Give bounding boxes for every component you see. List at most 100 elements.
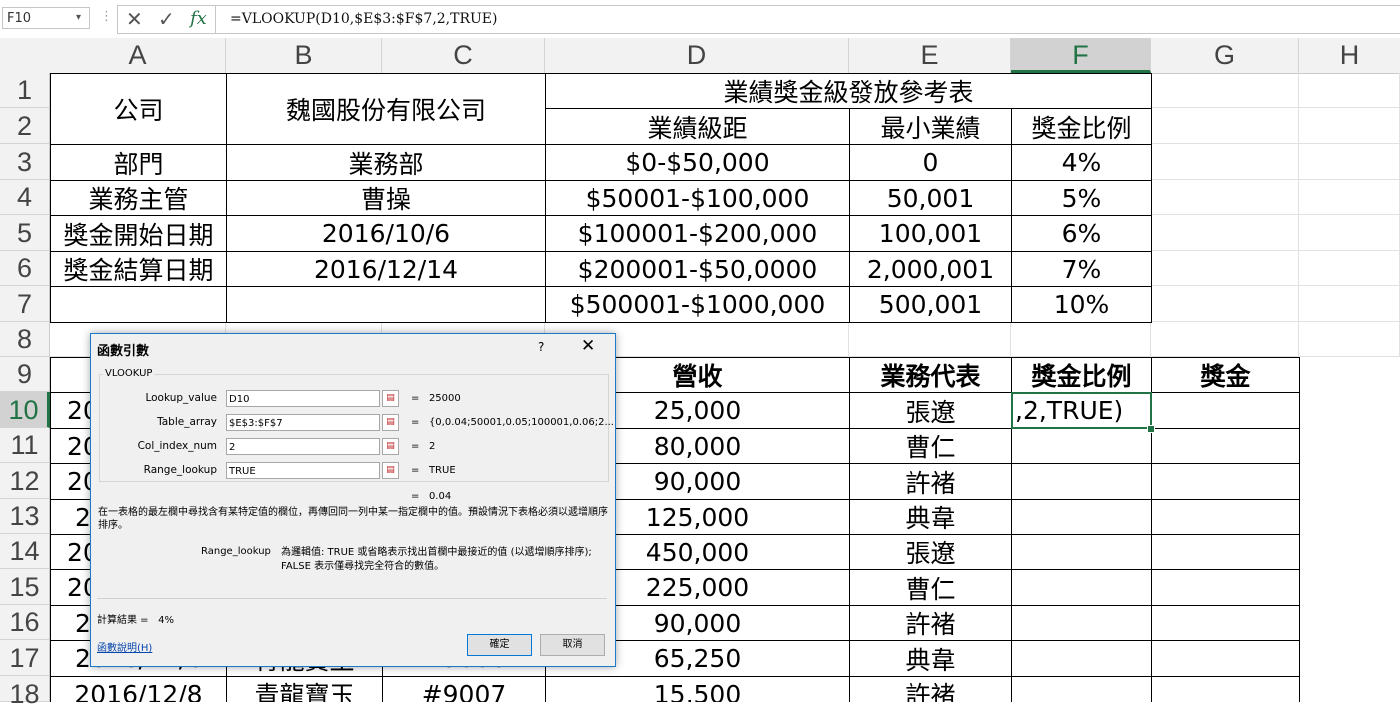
column-header-e[interactable]: E (849, 38, 1011, 73)
cell-h7[interactable] (1299, 286, 1400, 322)
ok-button[interactable]: 確定 (467, 634, 532, 656)
row-header-4[interactable]: 4 (0, 180, 50, 215)
column-header-a[interactable]: A (50, 38, 226, 73)
row-header-16[interactable]: 16 (0, 605, 50, 640)
cell-g9-header[interactable]: 獎金 (1151, 357, 1300, 393)
cell-f9-header[interactable]: 獎金比例 (1011, 357, 1152, 393)
cell-h3[interactable] (1299, 144, 1400, 180)
cell-g4[interactable] (1151, 180, 1299, 215)
cell-f5[interactable]: 6% (1011, 215, 1152, 252)
cell-g7[interactable] (1151, 286, 1299, 322)
cell-d18[interactable]: 15,500 (545, 676, 850, 702)
cell-g12[interactable] (1151, 463, 1300, 500)
cell-b7[interactable] (226, 286, 546, 323)
insert-function-icon[interactable]: fx (190, 9, 207, 29)
cell-f2-header[interactable]: 獎金比例 (1011, 108, 1152, 145)
cell-h1[interactable] (1299, 73, 1400, 108)
cell-d2-header[interactable]: 業績級距 (545, 108, 850, 145)
cell-a18[interactable]: 2016/12/8 (50, 676, 227, 702)
cell-g14[interactable] (1151, 534, 1300, 570)
cell-g10[interactable] (1151, 392, 1300, 429)
cell-e10[interactable]: 張遼 (849, 392, 1012, 429)
cell-e4[interactable]: 50,001 (849, 180, 1012, 216)
row-header-12[interactable]: 12 (0, 463, 50, 499)
formula-text[interactable]: =VLOOKUP(D10,$E$3:$F$7,2,TRUE) (230, 11, 497, 27)
cell-f10-active[interactable]: ,2,TRUE) (1011, 392, 1152, 429)
cell-f3[interactable]: 4% (1011, 144, 1152, 181)
cell-f12[interactable] (1011, 463, 1152, 500)
cell-g13[interactable] (1151, 499, 1300, 535)
cell-e8[interactable] (849, 322, 1011, 357)
cell-h8[interactable] (1299, 322, 1400, 357)
close-icon[interactable]: ✕ (581, 336, 595, 356)
cell-e7[interactable]: 500,001 (849, 286, 1012, 323)
row-header-7[interactable]: 7 (0, 286, 50, 322)
row-header-18[interactable]: 18 (0, 676, 50, 709)
row-header-6[interactable]: 6 (0, 251, 50, 286)
cell-a3[interactable]: 部門 (50, 144, 227, 181)
cell-g16[interactable] (1151, 605, 1300, 641)
cell-f13[interactable] (1011, 499, 1152, 535)
cell-b1-company-value[interactable]: 魏國股份有限公司 (226, 73, 546, 145)
cell-a1-company-label[interactable]: 公司 (50, 73, 227, 145)
cancel-icon[interactable]: ✕ (126, 9, 143, 29)
row-header-13[interactable]: 13 (0, 499, 50, 534)
column-header-b[interactable]: B (226, 38, 382, 73)
collapse-dialog-icon[interactable]: ▤ (382, 414, 399, 431)
cell-b3[interactable]: 業務部 (226, 144, 546, 181)
row-header-15[interactable]: 15 (0, 569, 50, 605)
cancel-button[interactable]: 取消 (540, 634, 605, 656)
cell-b5[interactable]: 2016/10/6 (226, 215, 546, 252)
cell-e18[interactable]: 許褚 (849, 676, 1012, 702)
cell-h2[interactable] (1299, 108, 1400, 144)
cell-d1-ref-title[interactable]: 業績獎金級發放參考表 (545, 73, 1152, 109)
cell-e5[interactable]: 100,001 (849, 215, 1012, 252)
row-header-10[interactable]: 10 (0, 392, 50, 428)
cell-g1[interactable] (1151, 73, 1299, 108)
cell-b6[interactable]: 2016/12/14 (226, 251, 546, 287)
cell-f6[interactable]: 7% (1011, 251, 1152, 287)
cell-g15[interactable] (1151, 569, 1300, 606)
column-header-c[interactable]: C (382, 38, 545, 73)
cell-a4[interactable]: 業務主管 (50, 180, 227, 216)
cell-d7[interactable]: $500001-$1000,000 (545, 286, 850, 323)
row-header-3[interactable]: 3 (0, 144, 50, 180)
cell-e11[interactable]: 曹仁 (849, 428, 1012, 464)
cell-f16[interactable] (1011, 605, 1152, 641)
cell-e15[interactable]: 曹仁 (849, 569, 1012, 606)
collapse-dialog-icon[interactable]: ▤ (382, 390, 399, 407)
cell-d5[interactable]: $100001-$200,000 (545, 215, 850, 252)
cell-g3[interactable] (1151, 144, 1299, 180)
row-header-8[interactable]: 8 (0, 322, 50, 357)
function-help-link[interactable]: 函數說明(H) (97, 639, 152, 654)
cell-g11[interactable] (1151, 428, 1300, 464)
cell-d4[interactable]: $50001-$100,000 (545, 180, 850, 216)
cell-e17[interactable]: 典韋 (849, 640, 1012, 677)
cell-e9-header[interactable]: 業務代表 (849, 357, 1012, 393)
cell-a6[interactable]: 獎金結算日期 (50, 251, 227, 287)
column-header-g[interactable]: G (1151, 38, 1299, 73)
cell-g5[interactable] (1151, 215, 1299, 251)
cell-e6[interactable]: 2,000,001 (849, 251, 1012, 287)
cell-g6[interactable] (1151, 251, 1299, 286)
collapse-dialog-icon[interactable]: ▤ (382, 438, 399, 455)
row-header-14[interactable]: 14 (0, 534, 50, 569)
cell-e14[interactable]: 張遼 (849, 534, 1012, 570)
cell-e3[interactable]: 0 (849, 144, 1012, 181)
row-header-11[interactable]: 11 (0, 428, 50, 463)
cell-e13[interactable]: 典韋 (849, 499, 1012, 535)
cell-g8[interactable] (1151, 322, 1299, 357)
help-icon[interactable]: ? (538, 340, 544, 354)
column-header-d[interactable]: D (545, 38, 849, 73)
cell-h6[interactable] (1299, 251, 1400, 286)
cell-f4[interactable]: 5% (1011, 180, 1152, 216)
row-header-9[interactable]: 9 (0, 357, 50, 392)
row-header-17[interactable]: 17 (0, 640, 50, 676)
cell-g17[interactable] (1151, 640, 1300, 677)
cell-c18[interactable]: #9007 (382, 676, 546, 702)
column-header-h[interactable]: H (1299, 38, 1400, 73)
cell-f15[interactable] (1011, 569, 1152, 606)
fill-handle[interactable] (1147, 425, 1155, 433)
cell-f17[interactable] (1011, 640, 1152, 677)
enter-icon[interactable]: ✓ (158, 9, 175, 29)
